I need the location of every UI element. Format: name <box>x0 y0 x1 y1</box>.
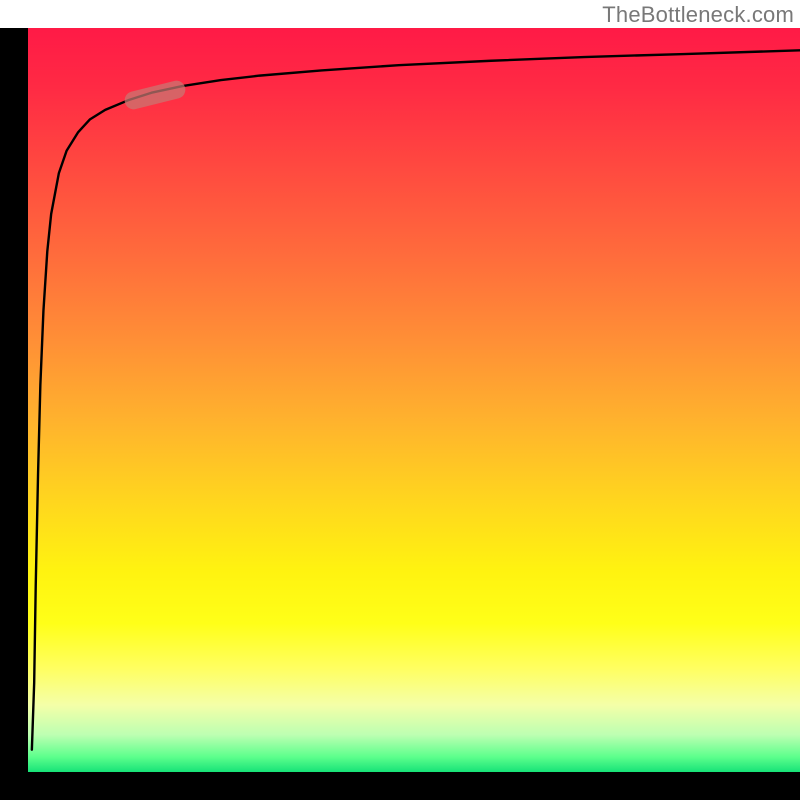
plot-area <box>28 28 800 772</box>
attribution-text: TheBottleneck.com <box>602 2 794 28</box>
bottleneck-curve <box>28 28 800 772</box>
plot-axes-frame <box>0 28 800 800</box>
